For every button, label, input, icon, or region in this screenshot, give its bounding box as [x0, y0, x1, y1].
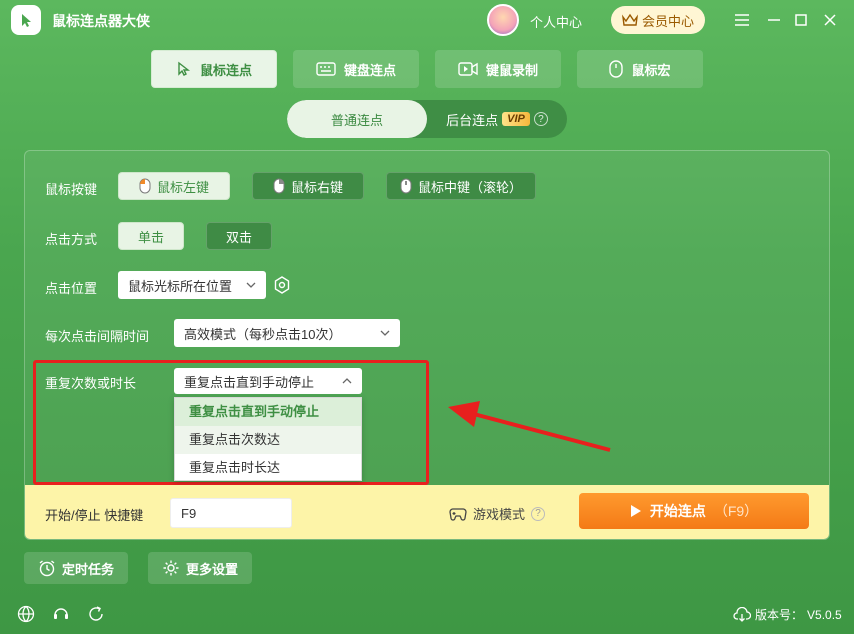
- hotkey-bar: 开始/停止 快捷键 F9 游戏模式 ? 开始连点 （F9）: [25, 485, 829, 539]
- click-position-label: 点击位置: [45, 281, 98, 296]
- interval-label: 每次点击间隔时间: [45, 329, 150, 344]
- tab-mouse-click[interactable]: 鼠标连点: [151, 50, 277, 88]
- support-icon[interactable]: [52, 605, 70, 623]
- download-cloud-icon: [733, 606, 751, 622]
- tab-label: 后台连点: [446, 112, 499, 128]
- repeat-dropdown: 重复点击直到手动停止 重复点击次数达 重复点击时长达: [174, 397, 362, 481]
- mouse-right-icon: [273, 178, 285, 194]
- keyboard-icon: [316, 62, 336, 76]
- app-logo-icon: [11, 5, 41, 35]
- settings-gear-icon[interactable]: [273, 276, 291, 294]
- click-mode-label: 点击方式: [45, 232, 98, 247]
- globe-icon[interactable]: [17, 605, 35, 623]
- tab-background-click[interactable]: 后台连点 VIP ?: [427, 100, 567, 138]
- middle-button-option[interactable]: 鼠标中键（滚轮）: [386, 172, 536, 200]
- tab-normal-click[interactable]: 普通连点: [287, 100, 427, 138]
- repeat-select[interactable]: 重复点击直到手动停止: [174, 368, 362, 394]
- minimize-icon[interactable]: [764, 10, 784, 30]
- single-click-option[interactable]: 单击: [118, 222, 184, 250]
- user-avatar[interactable]: [487, 4, 519, 36]
- hotkey-input[interactable]: F9: [170, 498, 292, 528]
- more-settings-button[interactable]: 更多设置: [148, 552, 252, 584]
- gear-icon: [163, 560, 179, 576]
- vip-center-button[interactable]: 会员中心: [611, 6, 705, 34]
- game-mode-toggle[interactable]: 游戏模式 ?: [449, 504, 546, 523]
- double-click-option[interactable]: 双击: [206, 222, 272, 250]
- start-click-button[interactable]: 开始连点 （F9）: [579, 493, 809, 529]
- mouse-left-icon: [139, 178, 151, 194]
- hotkey-label: 开始/停止 快捷键: [45, 508, 144, 523]
- option-label: 鼠标左键: [156, 179, 209, 195]
- cursor-icon: [178, 61, 191, 76]
- record-icon: [458, 62, 478, 76]
- chevron-up-icon: [342, 378, 352, 384]
- timer-label: 定时任务: [61, 561, 114, 577]
- left-button-option[interactable]: 鼠标左键: [118, 172, 230, 200]
- settings-panel: 鼠标按键 鼠标左键 鼠标右键 鼠标中键（滚轮） 点击方式 单击 双击 点击位置 …: [24, 150, 830, 540]
- sub-tabs: 普通连点 后台连点 VIP ?: [287, 100, 567, 138]
- tab-mouse-macro[interactable]: 鼠标宏: [577, 50, 703, 88]
- title-bar: 鼠标连点器大侠 个人中心 会员中心: [0, 0, 854, 40]
- option-label: 鼠标右键: [290, 179, 343, 195]
- more-label: 更多设置: [185, 561, 238, 577]
- version-info: 版本号： V5.0.5: [733, 606, 842, 623]
- interval-select[interactable]: 高效模式（每秒点击10次）: [174, 319, 400, 347]
- tab-label: 键盘连点: [343, 62, 396, 78]
- select-value: 重复点击直到手动停止: [184, 374, 315, 390]
- option-label: 鼠标中键（滚轮）: [417, 179, 522, 195]
- maximize-icon[interactable]: [791, 10, 811, 30]
- select-value: 高效模式（每秒点击10次）: [184, 326, 342, 342]
- version-label: 版本号：: [755, 608, 804, 622]
- start-hotkey: （F9）: [713, 503, 759, 519]
- click-position-select[interactable]: 鼠标光标所在位置: [118, 271, 266, 299]
- start-label: 开始连点: [649, 503, 706, 519]
- help-icon[interactable]: ?: [531, 506, 546, 521]
- game-mode-label: 游戏模式: [473, 507, 526, 522]
- chevron-down-icon: [246, 282, 256, 288]
- select-value: 鼠标光标所在位置: [128, 278, 233, 294]
- repeat-label: 重复次数或时长: [45, 376, 137, 391]
- vip-center-label: 会员中心: [641, 13, 694, 29]
- tab-keyboard-click[interactable]: 键盘连点: [293, 50, 419, 88]
- tab-record[interactable]: 键鼠录制: [435, 50, 561, 88]
- chevron-down-icon: [380, 330, 390, 336]
- repeat-option-duration[interactable]: 重复点击时长达: [175, 454, 361, 482]
- mouse-middle-icon: [400, 178, 412, 194]
- crown-icon: [621, 13, 638, 26]
- arrow-annotation: [448, 401, 611, 452]
- user-center-link[interactable]: 个人中心: [530, 12, 582, 31]
- mouse-button-label: 鼠标按键: [45, 182, 98, 197]
- app-title: 鼠标连点器大侠: [52, 13, 150, 29]
- tab-label: 鼠标宏: [631, 62, 671, 78]
- help-icon[interactable]: ?: [533, 112, 548, 126]
- play-icon: [630, 505, 641, 517]
- gamepad-icon: [449, 507, 467, 521]
- repeat-option-manual[interactable]: 重复点击直到手动停止: [175, 398, 361, 426]
- tab-label: 鼠标连点: [199, 62, 252, 78]
- tab-label: 键鼠录制: [485, 62, 538, 78]
- mouse-icon: [609, 60, 624, 78]
- alarm-clock-icon: [39, 560, 55, 577]
- close-icon[interactable]: [820, 10, 840, 30]
- version-value: V5.0.5: [807, 607, 842, 622]
- repeat-option-count[interactable]: 重复点击次数达: [175, 426, 361, 454]
- vip-badge: VIP: [502, 112, 530, 126]
- right-button-option[interactable]: 鼠标右键: [252, 172, 364, 200]
- refresh-icon[interactable]: [87, 605, 105, 623]
- timer-task-button[interactable]: 定时任务: [24, 552, 128, 584]
- menu-icon[interactable]: [732, 10, 752, 30]
